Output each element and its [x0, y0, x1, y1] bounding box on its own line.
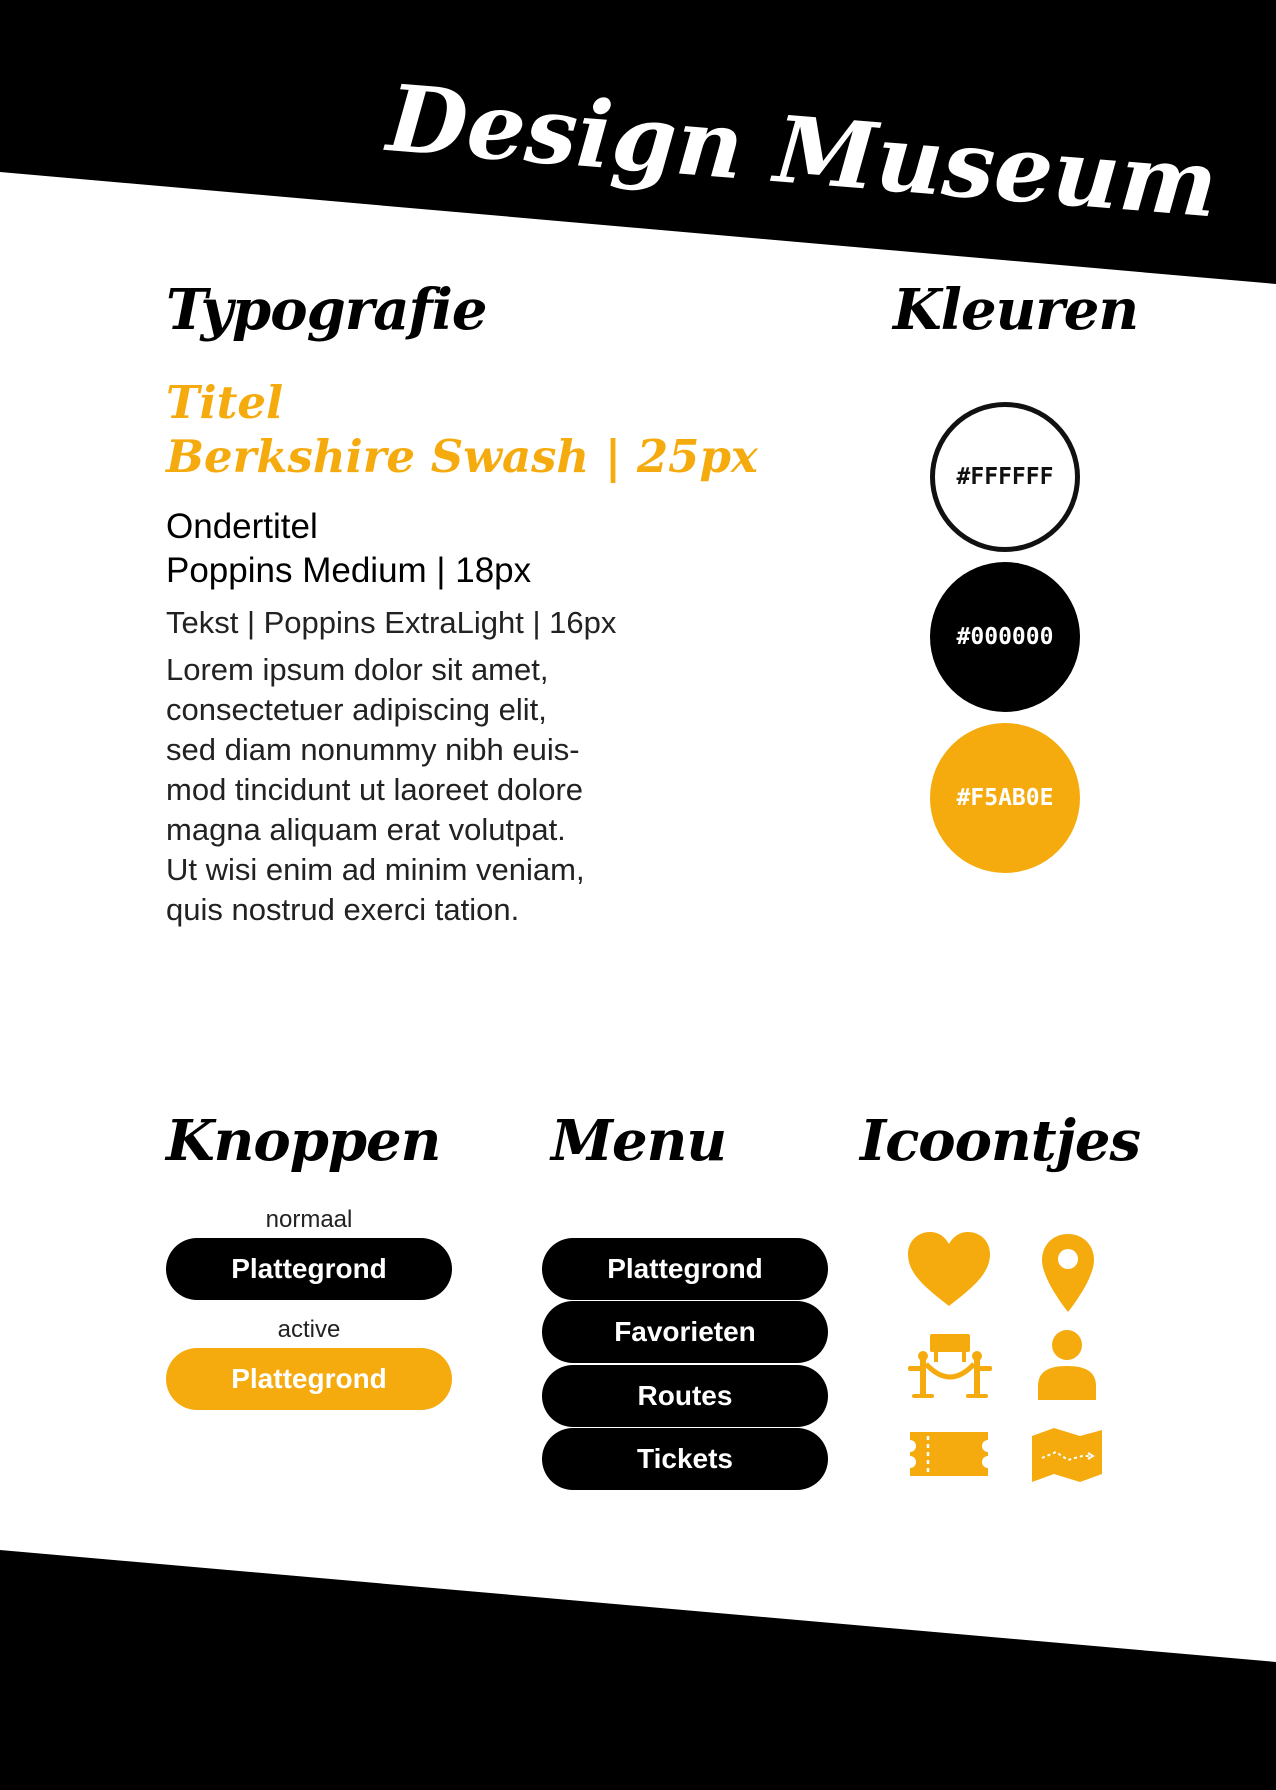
- color-swatch-black: #000000: [930, 562, 1080, 712]
- lorem-line: sed diam nonummy nibh euis-: [166, 732, 580, 767]
- normal-state-label: normaal: [265, 1206, 353, 1233]
- plattegrond-button-active[interactable]: Plattegrond: [166, 1348, 452, 1410]
- lorem-line: mod tincidunt ut laoreet dolore: [166, 772, 584, 807]
- plattegrond-button-normal[interactable]: Plattegrond: [166, 1238, 452, 1300]
- location-pin-icon: [1040, 1232, 1096, 1314]
- buttons-heading: Knoppen: [166, 1108, 441, 1174]
- menu-item-plattegrond[interactable]: Plattegrond: [542, 1238, 828, 1300]
- typography-heading: Typografie: [166, 277, 488, 343]
- body-text-label: Tekst | Poppins ExtraLight | 16px: [166, 605, 617, 640]
- map-icon: [1030, 1426, 1104, 1484]
- menu-item-favorieten[interactable]: Favorieten: [542, 1301, 828, 1363]
- person-icon: [1036, 1328, 1098, 1402]
- bottom-black-band: [0, 1550, 1276, 1790]
- menu-item-tickets[interactable]: Tickets: [542, 1428, 828, 1490]
- color-swatch-yellow: #F5AB0E: [930, 723, 1080, 873]
- lorem-line: quis nostrud exerci tation.: [166, 892, 520, 927]
- lorem-line: Ut wisi enim ad minim veniam,: [166, 852, 585, 887]
- lorem-line: consectetuer adipiscing elit,: [166, 692, 547, 727]
- icons-heading: Icoontjes: [860, 1108, 1141, 1174]
- colors-heading: Kleuren: [893, 277, 1139, 343]
- active-state-label: active: [277, 1316, 341, 1343]
- subtitle-sample-font: Poppins Medium | 18px: [166, 551, 532, 590]
- color-swatch-white: #FFFFFF: [930, 402, 1080, 552]
- menu-heading: Menu: [551, 1108, 727, 1174]
- title-sample-font: Berkshire Swash | 25px: [166, 430, 758, 483]
- lorem-paragraph: Lorem ipsum dolor sit amet, consectetuer…: [166, 650, 686, 930]
- heart-icon: [906, 1230, 992, 1308]
- menu-item-routes[interactable]: Routes: [542, 1365, 828, 1427]
- title-sample-label: Titel: [166, 376, 284, 429]
- museum-rope-barrier-icon: [906, 1332, 994, 1400]
- lorem-line: magna aliquam erat volutpat.: [166, 812, 566, 847]
- ticket-icon: [904, 1430, 994, 1478]
- lorem-line: Lorem ipsum dolor sit amet,: [166, 652, 549, 687]
- subtitle-sample-label: Ondertitel: [166, 507, 318, 546]
